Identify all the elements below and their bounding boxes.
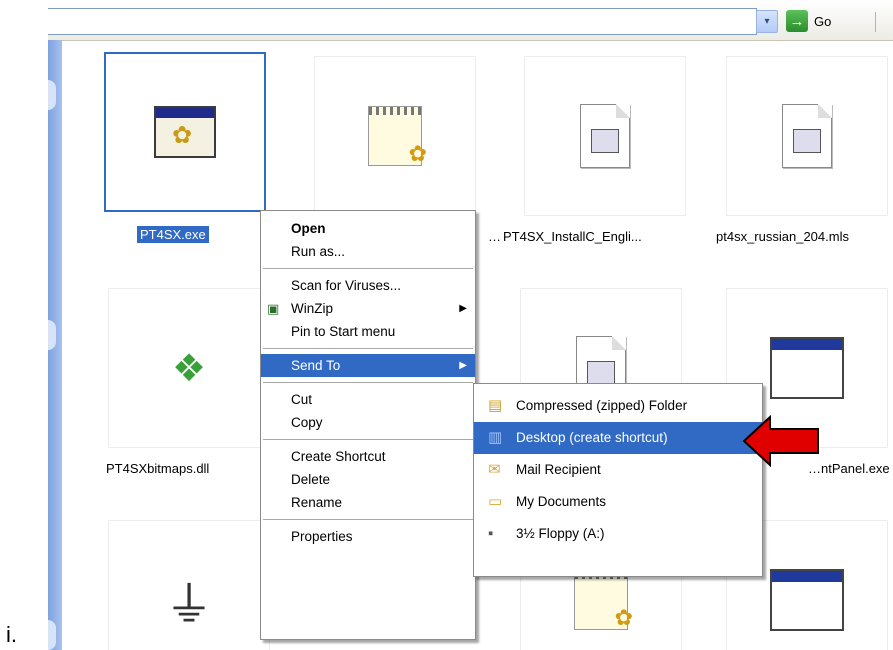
go-label: Go (814, 13, 832, 29)
menu-separator (263, 519, 473, 520)
folder-icon: ▭ (488, 493, 503, 510)
menu-separator (263, 439, 473, 440)
menu-item-scan-for-viruses[interactable]: Scan for Viruses... (261, 274, 475, 297)
go-button[interactable]: → Go (786, 9, 831, 33)
file-label[interactable]: PT4SX_InstallC_Engli... (503, 229, 642, 244)
file-tile[interactable]: ❖ (108, 288, 270, 448)
pane-knob (48, 320, 56, 350)
menu-item-open[interactable]: Open (261, 217, 475, 240)
caption-label: i. (6, 622, 17, 647)
file-tile[interactable] (726, 56, 888, 216)
desktop-icon: ▥ (488, 429, 503, 446)
send-to-my-documents[interactable]: ▭ My Documents (474, 486, 762, 518)
send-to-floppy[interactable]: ▪ 3½ Floppy (A:) (474, 518, 762, 550)
winzip-icon: ▣ (267, 301, 280, 316)
submenu-arrow-icon: ▶ (459, 360, 467, 371)
file-tile[interactable]: ✿ (314, 56, 476, 216)
context-menu: Open Run as... Scan for Viruses... ▣ Win… (260, 210, 476, 640)
file-tile-pt4sx-exe[interactable]: ✿ (104, 52, 266, 212)
file-label[interactable]: PT4SX.exe (137, 226, 209, 243)
exe-gear-icon: ✿ (154, 106, 216, 158)
address-dropdown-button[interactable]: ▾ (756, 10, 778, 33)
send-to-submenu: ▤ Compressed (zipped) Folder ▥ Desktop (… (473, 383, 763, 577)
toolbar-separator (875, 12, 876, 32)
floppy-icon: ▪ (488, 525, 494, 542)
dll-icon: ❖ (171, 347, 207, 390)
menu-item-properties[interactable]: Properties (261, 525, 475, 548)
file-tile[interactable]: ⏚ (108, 520, 270, 650)
address-bar: ▾ → Go (48, 0, 893, 41)
menu-separator (263, 348, 473, 349)
plug-icon: ⏚ (164, 579, 213, 632)
send-to-desktop-shortcut[interactable]: ▥ Desktop (create shortcut) (474, 422, 762, 454)
task-pane-edge (48, 40, 62, 650)
file-label[interactable]: PT4SXbitmaps.dll (106, 461, 209, 476)
mail-icon: ✉ (488, 461, 501, 478)
submenu-arrow-icon: ▶ (459, 303, 467, 314)
window-icon (770, 337, 844, 399)
menu-item-copy[interactable]: Copy (261, 411, 475, 434)
send-to-mail-recipient[interactable]: ✉ Mail Recipient (474, 454, 762, 486)
notepad-gear-icon: ✿ (368, 106, 427, 166)
red-arrow-icon (742, 414, 819, 468)
zip-folder-icon: ▤ (488, 397, 503, 414)
send-to-compressed-folder[interactable]: ▤ Compressed (zipped) Folder (474, 390, 762, 422)
window-icon (770, 569, 844, 631)
menu-separator (263, 382, 473, 383)
menu-separator (263, 268, 473, 269)
file-label[interactable]: pt4sx_russian_204.mls (716, 229, 849, 244)
address-input[interactable] (48, 8, 757, 35)
document-icon (580, 104, 630, 168)
menu-item-cut[interactable]: Cut (261, 388, 475, 411)
menu-item-create-shortcut[interactable]: Create Shortcut (261, 445, 475, 468)
menu-item-run-as[interactable]: Run as... (261, 240, 475, 263)
pane-knob (48, 80, 56, 110)
menu-item-winzip[interactable]: ▣ WinZip ▶ (261, 297, 475, 320)
file-label[interactable]: … (488, 229, 501, 244)
menu-item-rename[interactable]: Rename (261, 491, 475, 514)
menu-item-send-to[interactable]: Send To ▶ (261, 354, 475, 377)
chevron-down-icon: ▾ (764, 16, 770, 27)
notepad-gear-icon: ✿ (574, 570, 633, 630)
menu-item-delete[interactable]: Delete (261, 468, 475, 491)
menu-item-pin-to-start[interactable]: Pin to Start menu (261, 320, 475, 343)
file-tile[interactable] (524, 56, 686, 216)
document-icon (782, 104, 832, 168)
go-arrow-icon: → (786, 10, 808, 32)
pane-knob (48, 620, 56, 650)
